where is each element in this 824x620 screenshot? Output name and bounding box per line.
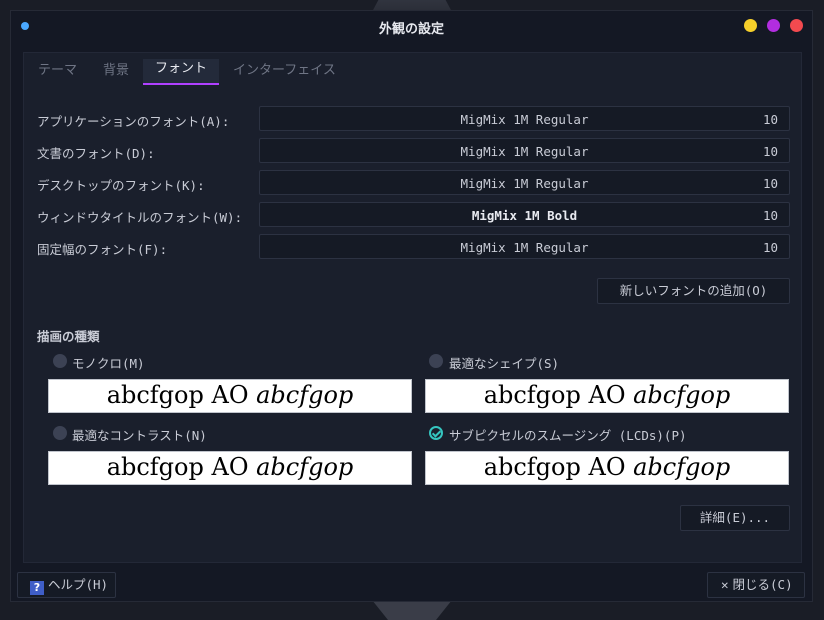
window-title-font-button[interactable]: MigMix 1M Bold 10 <box>259 202 790 227</box>
tab-background[interactable]: 背景 <box>91 61 141 85</box>
font-size: 10 <box>762 112 778 127</box>
desktop-font-label: デスクトップのフォント(K): <box>37 178 205 193</box>
preview-italic: abcfgop <box>633 381 731 409</box>
preview-italic: abcfgop <box>256 381 354 409</box>
appearance-settings-window: 外観の設定 テーマ 背景 フォント インターフェイス アプリケーションのフォント… <box>10 10 813 602</box>
font-size: 10 <box>762 208 778 223</box>
best-shape-radio[interactable] <box>429 354 443 368</box>
font-name: MigMix 1M Bold <box>471 208 578 223</box>
help-label: ヘルプ(H) <box>48 577 109 592</box>
font-name: MigMix 1M Regular <box>460 144 589 159</box>
font-size: 10 <box>762 240 778 255</box>
best-contrast-label[interactable]: 最適なコントラスト(N) <box>72 425 207 444</box>
preview-text: abcfgop AO <box>483 453 634 481</box>
tab-fonts[interactable]: フォント <box>143 59 220 85</box>
tab-bar: テーマ 背景 フォント インターフェイス <box>24 53 801 85</box>
subpixel-preview[interactable]: abcfgop AO abcfgop <box>425 451 789 485</box>
font-name: MigMix 1M Regular <box>460 240 589 255</box>
close-label: 閉じる(C) <box>732 577 793 592</box>
minimize-button[interactable] <box>744 19 757 32</box>
help-button[interactable]: ? ヘルプ(H) <box>17 572 116 598</box>
subpixel-radio[interactable] <box>429 426 443 440</box>
add-font-button[interactable]: 新しいフォントの追加(O) <box>597 278 790 304</box>
tab-theme[interactable]: テーマ <box>26 61 89 85</box>
help-icon: ? <box>30 581 44 595</box>
desktop-font-button[interactable]: MigMix 1M Regular 10 <box>259 170 790 195</box>
window-title: 外観の設定 <box>378 22 444 37</box>
details-button[interactable]: 詳細(E)... <box>680 505 790 531</box>
titlebar[interactable]: 外観の設定 <box>11 11 812 41</box>
font-name: MigMix 1M Regular <box>460 176 589 191</box>
font-size: 10 <box>762 144 778 159</box>
preview-italic: abcfgop <box>256 453 354 481</box>
close-window-button[interactable] <box>790 19 803 32</box>
monospace-font-button[interactable]: MigMix 1M Regular 10 <box>259 234 790 259</box>
monospace-font-label: 固定幅のフォント(F): <box>37 242 168 257</box>
preview-italic: abcfgop <box>633 453 731 481</box>
monochrome-label[interactable]: モノクロ(M) <box>72 353 145 372</box>
tab-interface[interactable]: インターフェイス <box>221 61 348 85</box>
settings-panel: テーマ 背景 フォント インターフェイス アプリケーションのフォント(A): M… <box>23 52 802 563</box>
app-font-button[interactable]: MigMix 1M Regular 10 <box>259 106 790 131</box>
close-icon: ✕ <box>721 577 729 592</box>
desktop-decoration-bottom <box>372 600 452 620</box>
preview-text: abcfgop AO <box>483 381 634 409</box>
maximize-button[interactable] <box>767 19 780 32</box>
monochrome-preview[interactable]: abcfgop AO abcfgop <box>48 379 412 413</box>
best-shape-label[interactable]: 最適なシェイプ(S) <box>449 353 559 372</box>
window-title-font-label: ウィンドウタイトルのフォント(W): <box>37 210 243 225</box>
rendering-section-title: 描画の種類 <box>37 329 100 344</box>
app-font-label: アプリケーションのフォント(A): <box>37 114 230 129</box>
document-font-button[interactable]: MigMix 1M Regular 10 <box>259 138 790 163</box>
best-contrast-preview[interactable]: abcfgop AO abcfgop <box>48 451 412 485</box>
preview-text: abcfgop AO <box>106 381 257 409</box>
font-name: MigMix 1M Regular <box>460 112 589 127</box>
best-shape-preview[interactable]: abcfgop AO abcfgop <box>425 379 789 413</box>
monochrome-radio[interactable] <box>53 354 67 368</box>
preview-text: abcfgop AO <box>106 453 257 481</box>
best-contrast-radio[interactable] <box>53 426 67 440</box>
subpixel-label[interactable]: サブピクセルのスムージング (LCDs)(P) <box>449 425 687 444</box>
font-size: 10 <box>762 176 778 191</box>
document-font-label: 文書のフォント(D): <box>37 146 155 161</box>
close-button[interactable]: ✕ 閉じる(C) <box>707 572 805 598</box>
